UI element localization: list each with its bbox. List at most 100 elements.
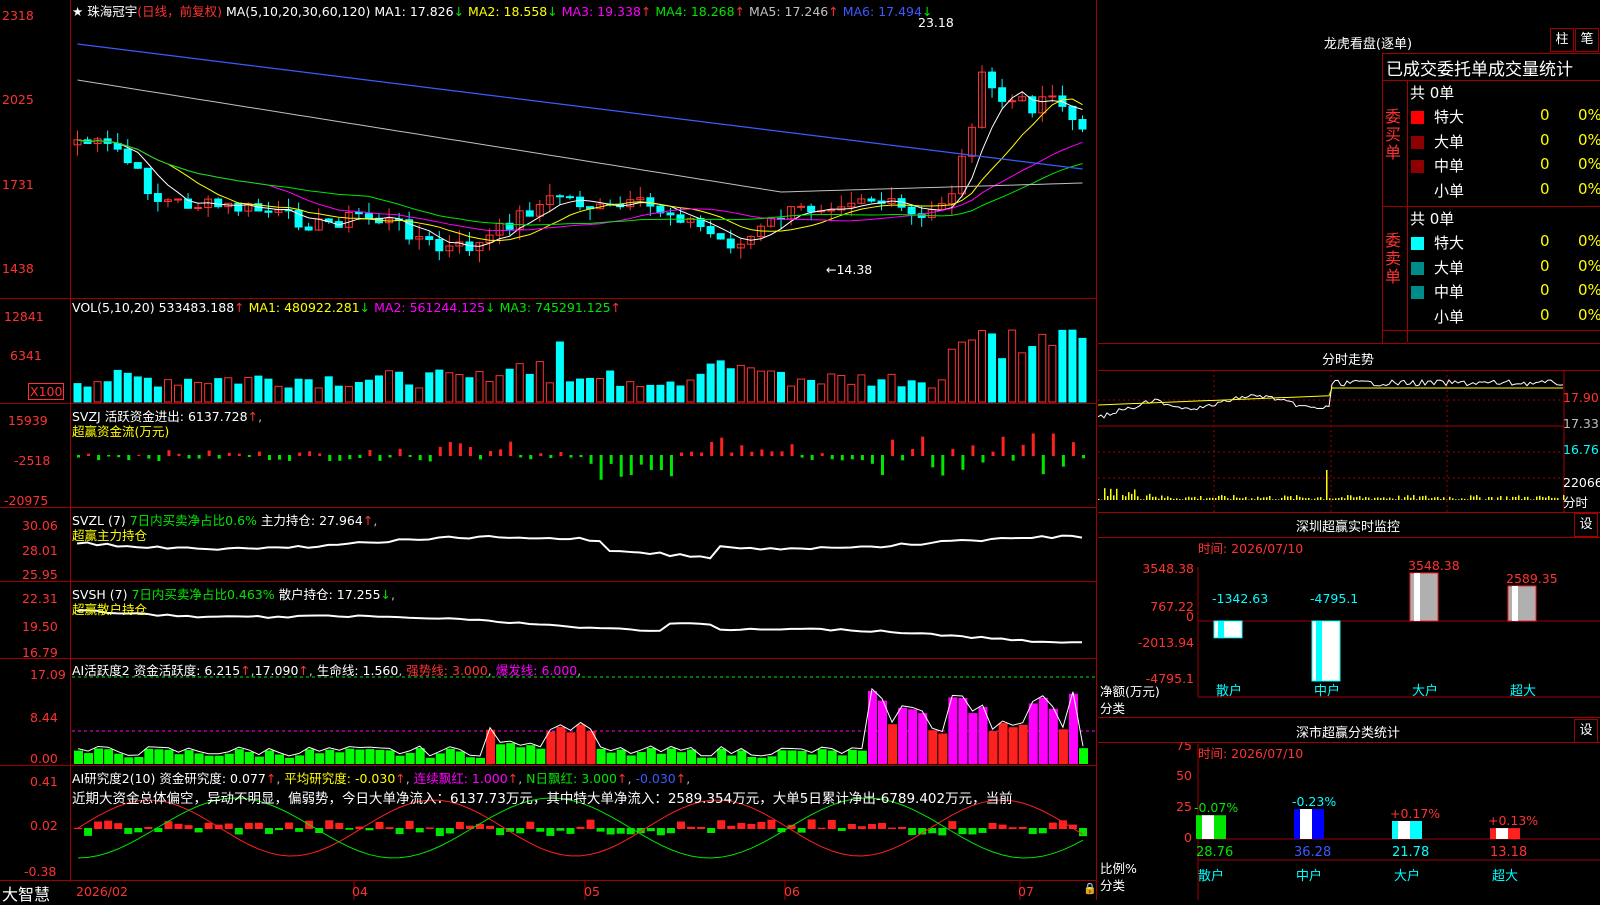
fenshi-vol-bar: [1182, 499, 1184, 500]
vol-bar: [265, 379, 272, 402]
flow-bar: [730, 452, 733, 456]
fenshi-vol-bar: [1536, 497, 1538, 500]
fenshi-vol-bar: [1296, 495, 1298, 500]
fenshi-vol-bar: [1422, 496, 1424, 500]
activity-bar: [687, 750, 696, 764]
fenshi-vol-bar: [1479, 497, 1481, 500]
fenshi-vol-bar: [1098, 499, 1100, 500]
fenshi-vol-bar: [1311, 499, 1313, 500]
ma-value: MA4: 18.268: [651, 4, 734, 19]
monitor-bar-label: -1342.63: [1212, 591, 1268, 606]
flow-bar: [328, 455, 331, 461]
activity-bar: [898, 708, 907, 764]
ai2-ytick: -0.38: [24, 864, 56, 879]
flow-bar: [650, 455, 653, 470]
research-bar: [948, 821, 956, 829]
research-bar: [858, 826, 866, 829]
research-bar: [737, 823, 745, 829]
flow-bar: [931, 455, 934, 467]
research-bar: [416, 828, 424, 832]
chart-area[interactable]: ★ 珠海冠宇(日线，前复权) MA(5,10,20,30,60,120) MA1…: [0, 0, 1097, 900]
xaxis-label: 07: [1018, 884, 1034, 899]
activity-bar: [1049, 709, 1058, 764]
svsh-value: 17.255: [337, 587, 381, 602]
classify-ytick: 75: [1176, 742, 1192, 753]
ma-values: MA1: 17.826↓ MA2: 18.558↓ MA3: 19.338↑ M…: [374, 4, 932, 19]
lhb-sell-label: 委卖单: [1385, 232, 1403, 286]
flow-bar: [580, 455, 583, 457]
legend-swatch: [1411, 237, 1424, 250]
ma-value: MA3: 745291.125: [496, 300, 611, 315]
candle-body: [798, 206, 805, 207]
lock-icon[interactable]: 🔒: [1083, 882, 1097, 895]
vol-bar: [1069, 330, 1076, 402]
flow-bar: [238, 454, 241, 456]
candle-body: [526, 211, 533, 216]
vol-bar: [84, 387, 91, 402]
candle-body: [1069, 106, 1076, 119]
fenshi-vol-bar: [1377, 497, 1379, 500]
vol-bar: [717, 361, 724, 402]
candle-body: [305, 227, 312, 230]
flow-bar: [861, 455, 864, 460]
fenshi-vol-bar: [1176, 498, 1178, 500]
flow-bar: [549, 455, 552, 458]
candle-body: [667, 213, 674, 215]
ai2-lx: 1.000: [472, 771, 508, 786]
fenshi-vol-bar: [1179, 499, 1181, 500]
vol-bar: [928, 388, 935, 402]
vol-bar: [345, 386, 352, 402]
vol-bar: [245, 377, 252, 402]
ma-value: MA1: 480922.281: [249, 300, 360, 315]
ai2-avg: -0.030: [355, 771, 395, 786]
activity-bar: [255, 757, 264, 764]
fenshi-vol-bar: [1521, 499, 1523, 500]
fenshi-vol-bar: [1170, 498, 1172, 500]
activity-bar: [345, 749, 354, 764]
legend-swatch: [1411, 160, 1424, 173]
lhb-row-pct: 0%: [1578, 281, 1600, 299]
research-bar: [667, 828, 675, 833]
vol-bar: [416, 388, 423, 402]
classify-settings-button[interactable]: 设: [1574, 719, 1598, 743]
svsh-desc2: 散户持仓:: [279, 587, 333, 602]
flow-bar: [298, 453, 301, 456]
activity-bar: [365, 749, 374, 764]
flow-bar: [811, 455, 814, 460]
svsh-desc: 7日内买卖净占比0.463%: [131, 587, 274, 602]
flow-bar: [700, 453, 703, 456]
ai1-life: 1.560: [363, 663, 399, 678]
fenshi-vol-bar: [1338, 498, 1340, 500]
lhb-bar-button[interactable]: 柱: [1550, 28, 1574, 52]
fenshi-vol-bar: [1287, 496, 1289, 500]
vol-bar: [989, 334, 996, 402]
fenshi-chart[interactable]: [1098, 370, 1600, 512]
vol-bar: [808, 380, 815, 402]
vol-bar: [275, 386, 282, 402]
flow-bar: [318, 453, 321, 456]
fenshi-vol-bar: [1137, 496, 1139, 500]
candle-body: [265, 211, 272, 212]
vol-bar: [436, 370, 443, 402]
fenshi-vol-bar: [1407, 495, 1409, 500]
vol-bar: [767, 371, 774, 402]
chart-canvas[interactable]: [0, 0, 1097, 900]
svzl-ytick: 28.01: [22, 543, 58, 558]
fenshi-vol-bar: [1209, 498, 1211, 500]
flow-bar: [891, 440, 894, 456]
flow-bar: [670, 455, 673, 476]
research-bar: [195, 828, 203, 832]
candle-body: [647, 198, 654, 206]
research-bar: [94, 822, 102, 829]
ma-item: MA1: 17.826↓: [374, 4, 464, 19]
activity-bar: [325, 750, 334, 764]
svsh-ytick: 16.79: [22, 645, 58, 660]
research-bar: [717, 820, 725, 829]
vol-bar: [999, 359, 1006, 402]
fenshi-vol-bar: [1167, 496, 1169, 500]
activity-bar: [828, 751, 837, 764]
monitor-settings-button[interactable]: 设: [1574, 513, 1598, 537]
activity-bar: [737, 750, 746, 764]
lhb-tick-button[interactable]: 笔: [1575, 28, 1599, 52]
flow-bar: [720, 438, 723, 456]
